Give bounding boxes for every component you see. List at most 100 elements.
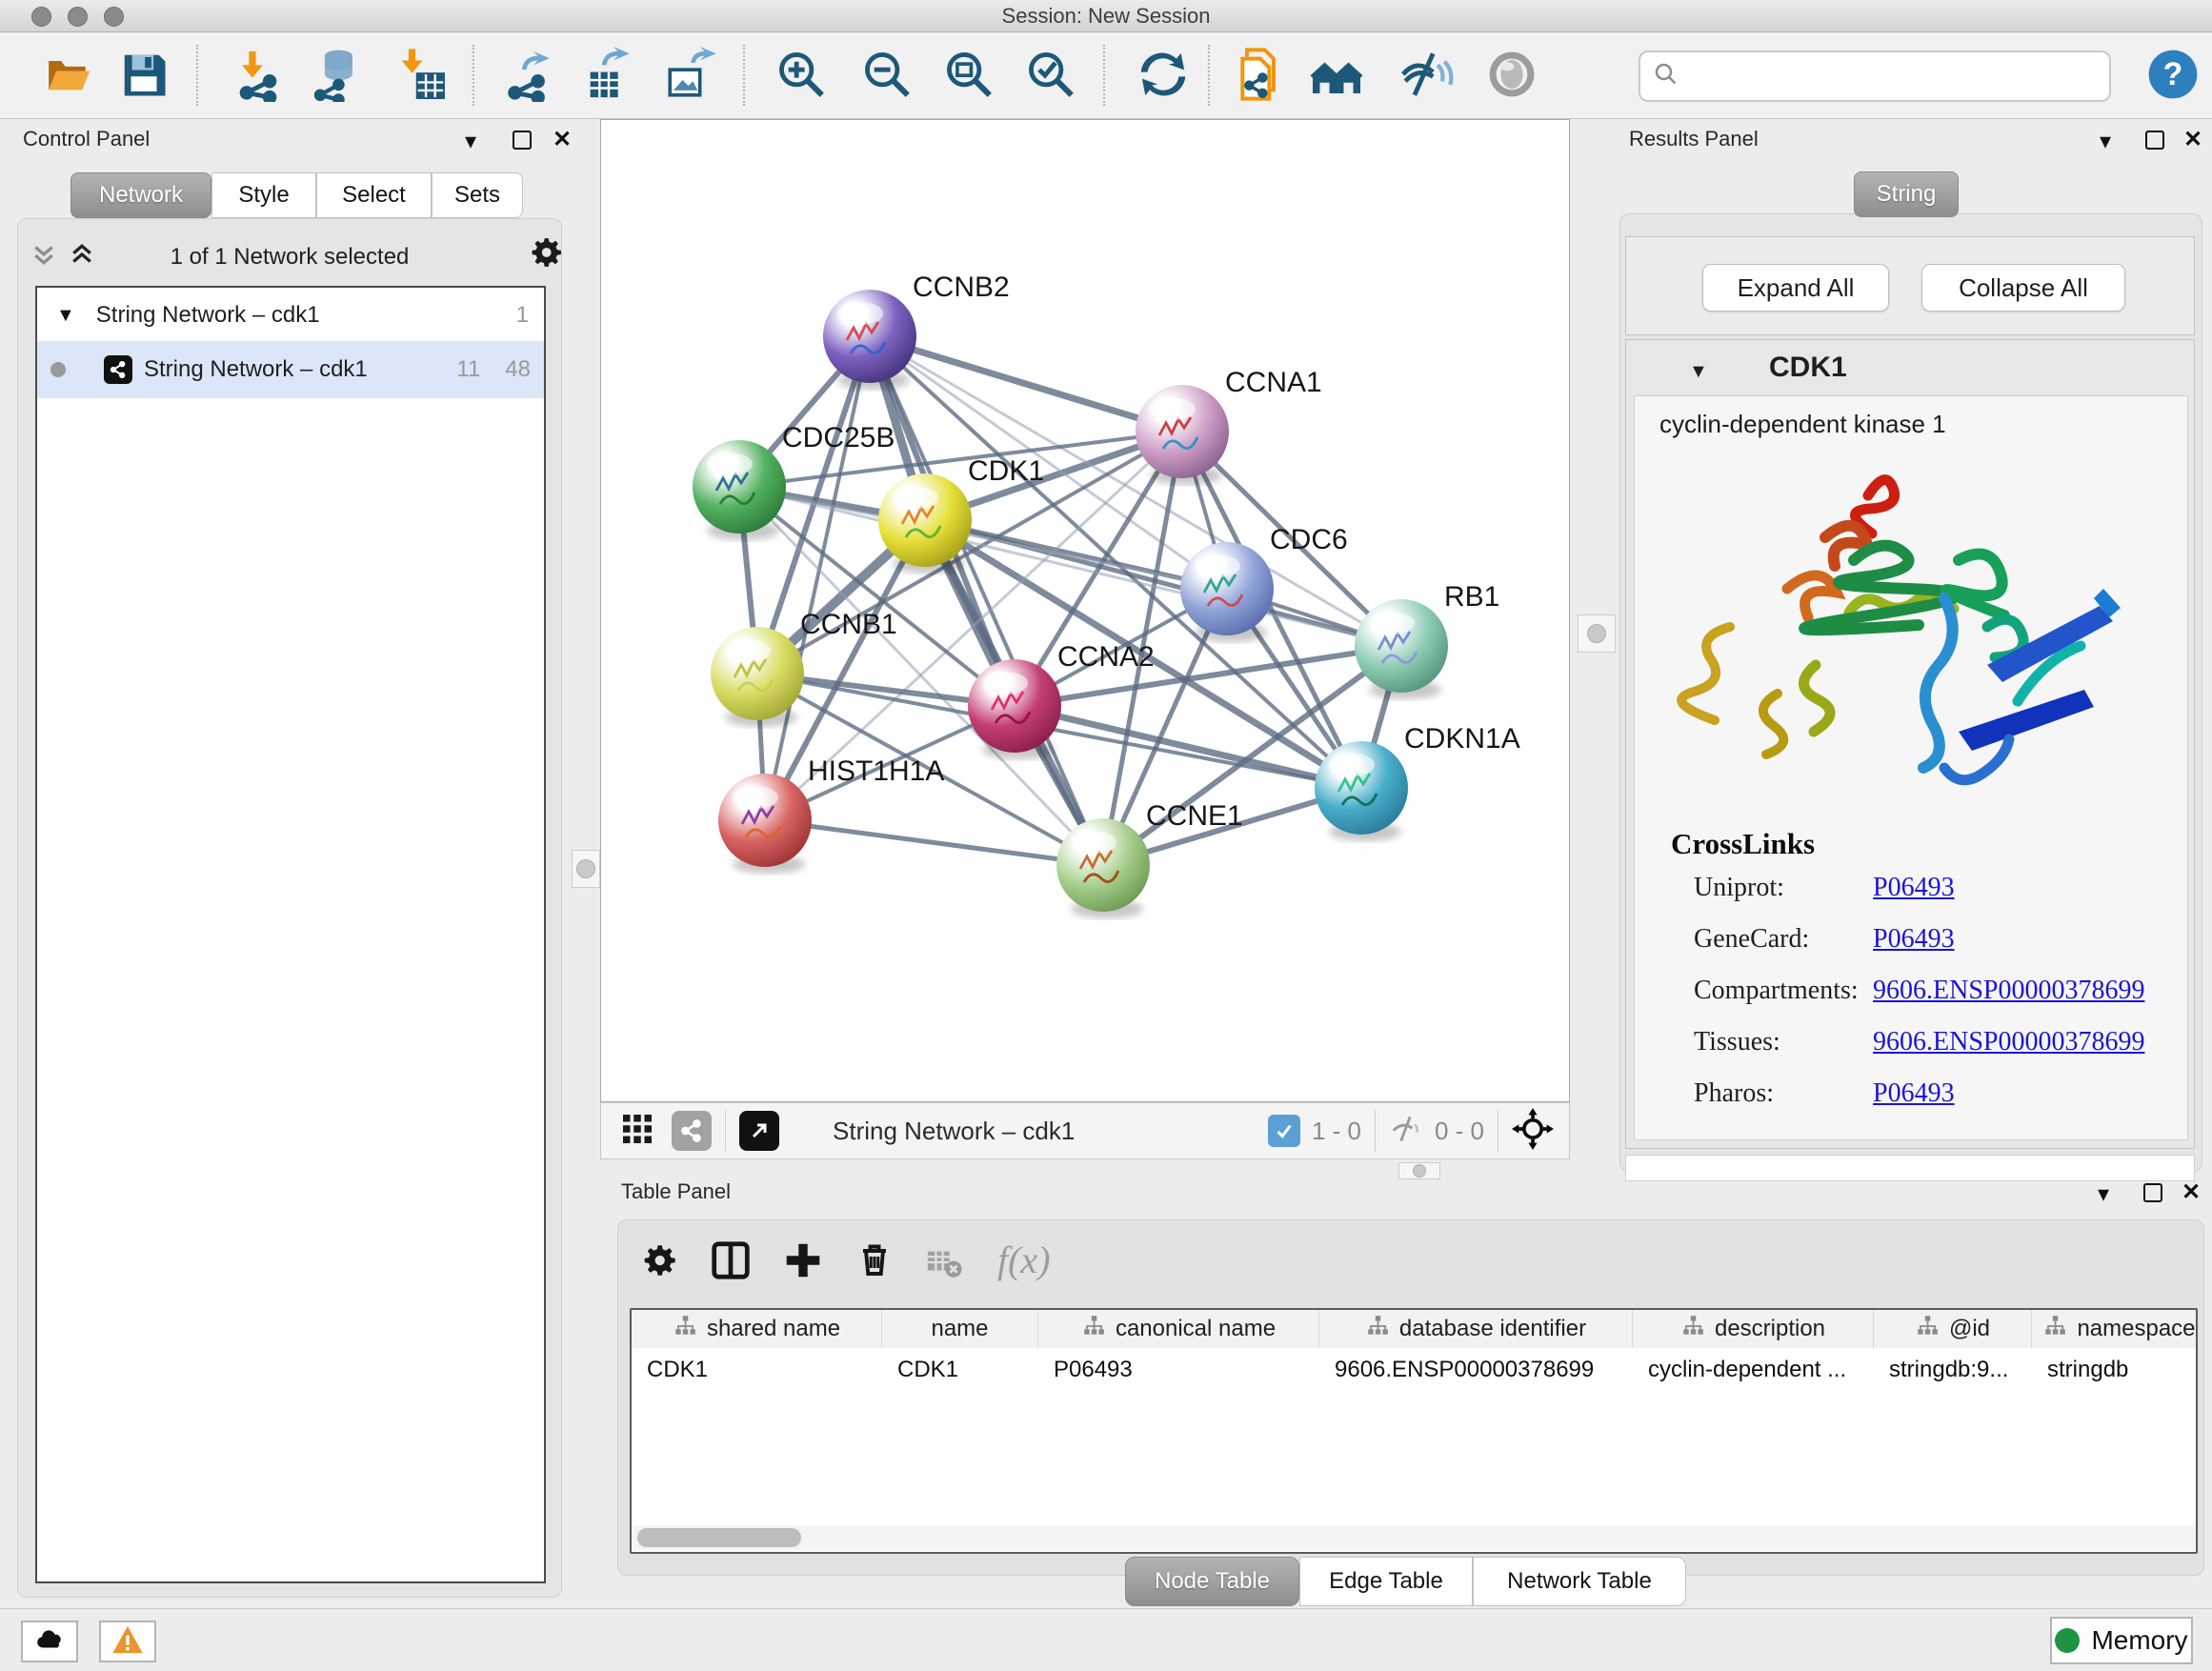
show-all-button[interactable] (1482, 47, 1541, 106)
hidden-eye-icon[interactable] (1389, 1111, 1425, 1152)
crosslink-uniprot-link[interactable]: P06493 (1873, 873, 1955, 903)
crosslink-label: Compartments: (1694, 976, 1859, 1005)
column-header-description[interactable]: description (1633, 1310, 1874, 1348)
database-icon (309, 47, 364, 107)
hide-selection-button[interactable] (1397, 47, 1456, 106)
table-row[interactable]: CDK1CDK1P064939606.ENSP00000378699cyclin… (632, 1349, 2196, 1391)
tab-node-table[interactable]: Node Table (1125, 1557, 1299, 1606)
show-columns-icon[interactable] (710, 1239, 752, 1286)
search-input[interactable] (1680, 62, 2081, 91)
grid-view-icon[interactable] (620, 1112, 654, 1151)
float-panel-icon[interactable] (2145, 131, 2164, 150)
zoom-out-button[interactable] (857, 47, 916, 106)
float-panel-icon[interactable] (513, 131, 532, 150)
tab-style[interactable]: Style (211, 172, 316, 218)
tab-network[interactable]: Network (70, 172, 211, 218)
node-CDK1[interactable] (878, 473, 972, 567)
zoom-fit-button[interactable] (939, 47, 998, 106)
save-session-button[interactable] (114, 47, 173, 106)
table-cell[interactable]: CDK1 (882, 1349, 1038, 1391)
network-panel-gear-icon[interactable] (529, 234, 565, 275)
table-cell[interactable]: P06493 (1038, 1349, 1319, 1391)
node-CCNE1[interactable] (1056, 818, 1150, 912)
column-header-canonical-name[interactable]: canonical name (1038, 1310, 1319, 1348)
tab-edge-table[interactable]: Edge Table (1299, 1557, 1473, 1606)
splitter-grip[interactable] (1587, 624, 1606, 643)
table-h-scrollbar-track[interactable] (633, 1525, 2196, 1550)
network-canvas[interactable]: CCNB2CCNA1CDC25BCDK1CDC6RB1CCNB1CCNA2CDK… (600, 119, 1570, 1102)
node-HIST1H1A[interactable] (718, 774, 812, 867)
column-header-namespace[interactable]: namespace (2032, 1310, 2198, 1348)
column-header-name[interactable]: name (882, 1310, 1038, 1348)
table-cell[interactable]: cyclin-dependent ... (1633, 1349, 1874, 1391)
vertical-splitter-left[interactable] (572, 850, 600, 888)
selected-checkbox-icon[interactable] (1268, 1115, 1300, 1147)
float-panel-icon[interactable] (2143, 1183, 2162, 1202)
column-header-database-identifier[interactable]: database identifier (1319, 1310, 1633, 1348)
expand-all-button[interactable]: Expand All (1702, 264, 1889, 312)
import-network-button[interactable] (229, 47, 288, 106)
network-share-icon[interactable] (672, 1111, 712, 1151)
add-column-icon[interactable] (782, 1239, 824, 1286)
table-cell[interactable]: stringdb:9... (1874, 1349, 2032, 1391)
splitter-grip[interactable] (576, 859, 595, 878)
zoom-selected-button[interactable] (1021, 47, 1080, 106)
close-panel-icon[interactable]: ✕ (553, 129, 572, 151)
panel-menu-caret-icon[interactable]: ▾ (2098, 1183, 2109, 1206)
node-CCNA2[interactable] (968, 659, 1061, 753)
table-settings-gear-icon[interactable] (641, 1241, 679, 1284)
column-header-@id[interactable]: @id (1874, 1310, 2032, 1348)
node-RB1[interactable] (1355, 599, 1448, 693)
network-graph[interactable]: CCNB2CCNA1CDC25BCDK1CDC6RB1CCNB1CCNA2CDK… (601, 120, 1571, 1103)
network-tree-row-selected[interactable]: String Network – cdk1 11 48 (37, 341, 544, 398)
birds-eye-view-icon[interactable] (739, 1111, 779, 1151)
table-cell[interactable]: stringdb (2032, 1349, 2198, 1391)
close-panel-icon[interactable]: ✕ (2182, 1181, 2201, 1204)
tab-string[interactable]: String (1854, 171, 1959, 217)
node-CCNB2[interactable] (823, 290, 916, 383)
column-header-shared-name[interactable]: shared name (632, 1310, 882, 1348)
network-tree-root-row[interactable]: ▼ String Network – cdk1 1 (37, 292, 544, 339)
crosslink-pharos-link[interactable]: P06493 (1873, 1078, 1955, 1109)
node-CDC25B[interactable] (693, 440, 786, 534)
tab-select[interactable]: Select (316, 172, 432, 218)
zoom-in-button[interactable] (772, 47, 831, 106)
help-button[interactable]: ? (2143, 47, 2202, 106)
cloud-status-button[interactable] (21, 1621, 78, 1662)
collapse-all-button[interactable]: Collapse All (1921, 264, 2125, 312)
memory-button[interactable]: Memory (2050, 1617, 2193, 1664)
panel-menu-caret-icon[interactable]: ▾ (2100, 131, 2111, 153)
panel-menu-caret-icon[interactable]: ▾ (465, 131, 476, 153)
vertical-splitter-right[interactable] (1578, 614, 1616, 653)
node-CCNB1[interactable] (711, 627, 804, 720)
import-database-button[interactable] (307, 47, 366, 106)
node-CDC6[interactable] (1180, 542, 1274, 635)
open-session-button[interactable] (38, 47, 97, 106)
close-panel-icon[interactable]: ✕ (2183, 129, 2202, 151)
export-network-button[interactable] (499, 47, 558, 106)
crosslink-genecard-link[interactable]: P06493 (1873, 924, 1955, 955)
first-neighbors-button[interactable] (1231, 47, 1290, 106)
node-CDKN1A[interactable] (1315, 741, 1408, 835)
refresh-button[interactable] (1134, 47, 1193, 106)
table-cell[interactable]: 9606.ENSP00000378699 (1319, 1349, 1633, 1391)
function-builder-button[interactable]: f(x) (997, 1238, 1051, 1282)
fit-content-crosshair-icon[interactable] (1512, 1108, 1554, 1155)
tab-sets[interactable]: Sets (432, 172, 523, 218)
export-image-button[interactable] (661, 47, 720, 106)
crosslink-tissues-link[interactable]: 9606.ENSP00000378699 (1873, 1027, 2144, 1057)
export-table-button[interactable] (579, 47, 638, 106)
crosslink-compartments-link[interactable]: 9606.ENSP00000378699 (1873, 976, 2144, 1006)
table-cell[interactable]: CDK1 (632, 1349, 882, 1391)
export-image-icon (663, 47, 718, 107)
houses-button[interactable] (1307, 47, 1366, 106)
control-panel: Control Panel ▾ ✕ Network Style Select S… (10, 119, 570, 1605)
section-collapse-icon[interactable]: ▼ (1689, 361, 1708, 383)
node-CCNA1[interactable] (1136, 385, 1229, 478)
warning-status-button[interactable] (99, 1621, 156, 1662)
import-table-button[interactable] (391, 47, 450, 106)
table-h-scrollbar-thumb[interactable] (637, 1528, 801, 1547)
tree-expander-icon[interactable]: ▼ (56, 305, 75, 327)
tab-network-table[interactable]: Network Table (1473, 1557, 1686, 1606)
delete-column-icon[interactable] (855, 1239, 895, 1284)
